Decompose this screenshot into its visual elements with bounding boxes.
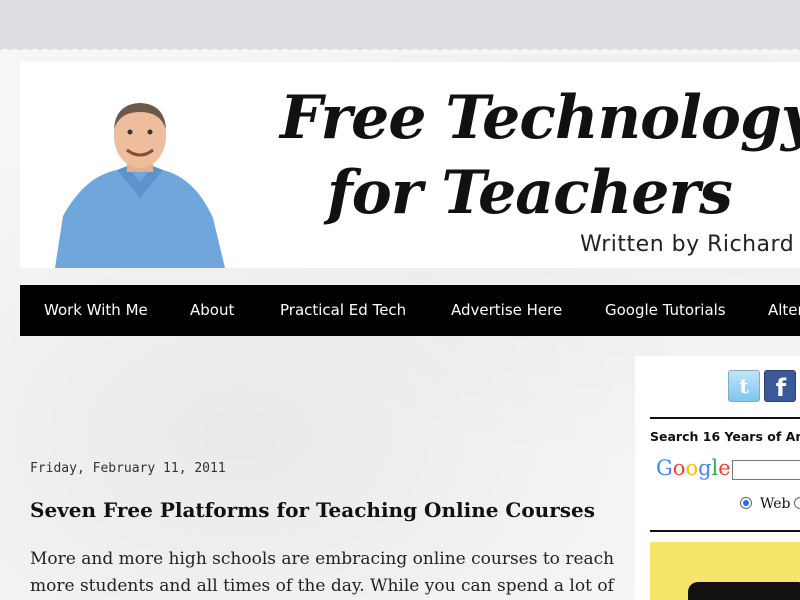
nav-item-about[interactable]: About [190, 285, 234, 336]
blog-title-line1[interactable]: Free Technology [280, 88, 800, 148]
post-date: Friday, February 11, 2011 [30, 461, 226, 476]
blog-title-line2[interactable]: for Teachers [327, 163, 800, 223]
facebook-icon[interactable]: f [764, 370, 796, 402]
nav-item-alter[interactable]: Alter [768, 285, 800, 336]
post-body-line: more students and all times of the day. … [30, 576, 614, 596]
svg-text:f: f [776, 374, 787, 401]
search-input[interactable] [732, 460, 800, 480]
post-body-line: More and more high schools are embracing… [30, 549, 615, 569]
google-logo: Google™ [656, 456, 739, 480]
nav-item-google-tutorials[interactable]: Google Tutorials [605, 285, 726, 336]
search-archive-label: Search 16 Years of Arch [650, 429, 800, 444]
nav-item-work-with-me[interactable]: Work With Me [44, 285, 148, 336]
sidebar-ad-banner[interactable] [650, 542, 800, 600]
sidebar-divider [650, 417, 800, 419]
svg-text:t: t [739, 374, 749, 398]
main-navigation: Work With Me About Practical Ed Tech Adv… [20, 285, 800, 336]
radio-site[interactable] [794, 497, 800, 509]
nav-item-advertise-here[interactable]: Advertise Here [451, 285, 562, 336]
radio-web[interactable] [740, 497, 752, 509]
post-title[interactable]: Seven Free Platforms for Teaching Online… [30, 498, 610, 522]
radio-web-label: Web [760, 496, 791, 512]
author-photo [55, 103, 225, 268]
post-body: More and more high schools are embracing… [30, 546, 620, 600]
nav-item-practical-ed-tech[interactable]: Practical Ed Tech [280, 285, 406, 336]
ad-device-image [688, 582, 800, 600]
sidebar-divider [650, 530, 800, 532]
twitter-icon[interactable]: t [728, 370, 760, 402]
blog-subtitle: Written by Richard [580, 232, 795, 257]
torn-paper-edge [0, 44, 800, 54]
